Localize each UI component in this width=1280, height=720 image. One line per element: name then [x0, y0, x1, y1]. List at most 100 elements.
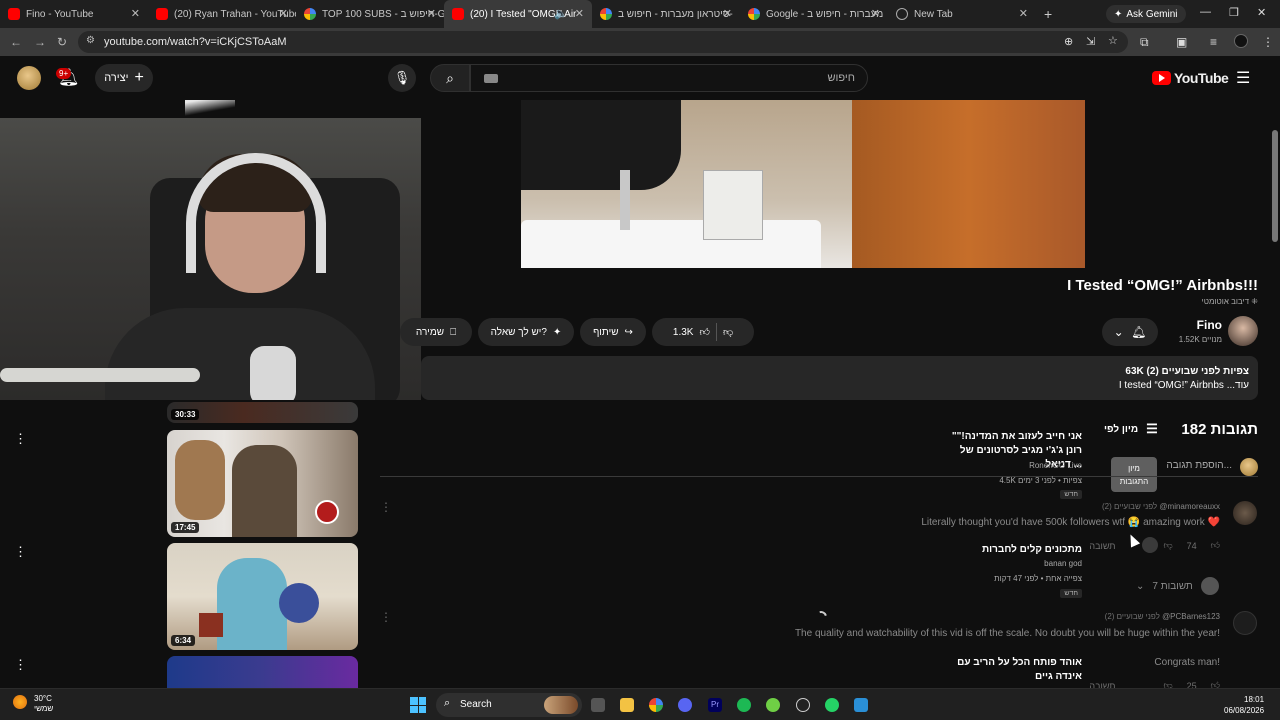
- save-button[interactable]: שמירה ⎕: [400, 318, 472, 346]
- install-icon[interactable]: ⇲: [1086, 35, 1095, 48]
- description-box[interactable]: 63K צפיות לפני שבועיים (2) I tested “OMG…: [421, 356, 1258, 400]
- channel-name[interactable]: Fino: [1197, 318, 1222, 332]
- browser-tab[interactable]: New Tab ✕: [888, 0, 1036, 28]
- subscribed-button[interactable]: ⌄ 🔔︎: [1102, 318, 1158, 346]
- keyboard-icon[interactable]: [484, 74, 498, 83]
- recommendation-menu-icon[interactable]: ⋮: [14, 544, 27, 560]
- chrome-icon[interactable]: [649, 698, 663, 712]
- add-comment-input[interactable]: הוספת תגובה...: [1166, 460, 1232, 471]
- extensions-icon[interactable]: ⧉: [1140, 35, 1149, 50]
- page-scrollbar-thumb[interactable]: [1272, 130, 1278, 242]
- hamburger-menu-icon[interactable]: ☰: [1236, 68, 1250, 88]
- search-button[interactable]: ⌕: [430, 64, 470, 92]
- share-button[interactable]: שיתוף ↪: [580, 318, 646, 346]
- sidepanel-icon[interactable]: ▣: [1176, 35, 1187, 49]
- video-player[interactable]: [421, 100, 1280, 268]
- recommendation-channel[interactable]: banan god: [1044, 559, 1082, 568]
- forward-icon[interactable]: →: [34, 35, 46, 49]
- browser-tab[interactable]: (20) Ryan Trahan - YouTube ✕: [148, 0, 296, 28]
- new-badge: חדש: [1060, 490, 1082, 499]
- new-badge: חדש: [1060, 589, 1082, 598]
- file-explorer-icon[interactable]: [620, 698, 634, 712]
- close-tab-icon[interactable]: ✕: [575, 7, 584, 20]
- comment-menu-icon[interactable]: ⋮: [380, 610, 392, 624]
- close-tab-icon[interactable]: ✕: [427, 7, 436, 20]
- close-window-icon[interactable]: ✕: [1257, 6, 1266, 19]
- task-view-icon[interactable]: [591, 698, 605, 712]
- chevron-down-icon: ⌄: [1113, 325, 1124, 339]
- show-replies-button[interactable]: ⌄ 7 תשובות: [1136, 577, 1219, 595]
- comment-dislike-icon[interactable]: 👎︎: [1163, 540, 1172, 551]
- discord-icon[interactable]: [678, 698, 692, 712]
- site-info-icon[interactable]: ⚙: [86, 35, 95, 46]
- back-icon[interactable]: ←: [10, 35, 22, 49]
- recommendation-thumbnail[interactable]: 30:33: [167, 402, 358, 423]
- chat-app-icon[interactable]: [766, 698, 780, 712]
- account-avatar[interactable]: [17, 66, 41, 90]
- close-tab-icon[interactable]: ✕: [131, 7, 140, 20]
- windows-start-icon[interactable]: [410, 697, 426, 713]
- address-bar[interactable]: ⚙ youtube.com/watch?v=iCKjCSToAaM ⊕ ⇲ ☆: [78, 31, 1128, 53]
- close-tab-icon[interactable]: ✕: [871, 7, 880, 20]
- comment-author-avatar[interactable]: [1233, 501, 1257, 525]
- comment-author[interactable]: @PCBarnes123: [1162, 612, 1220, 621]
- whatsapp-icon[interactable]: [825, 698, 839, 712]
- comment-author[interactable]: @minamoreauxx: [1159, 502, 1220, 511]
- profile-avatar[interactable]: [1234, 34, 1248, 48]
- browser-tab-active[interactable]: (20) I Tested "OMG!" Air 🔈 ✕: [444, 0, 592, 28]
- google-icon: [304, 8, 316, 20]
- spotify-icon[interactable]: [737, 698, 751, 712]
- taskbar-search[interactable]: ⌕ Search: [436, 693, 582, 717]
- thumbnail-figure: [175, 440, 225, 520]
- search-input[interactable]: חיפוש: [470, 64, 868, 92]
- ask-button[interactable]: יש לך שאלה? ✦: [478, 318, 574, 346]
- reply-avatar: [1200, 577, 1219, 595]
- ask-gemini-button[interactable]: ✦ Ask Gemini: [1106, 5, 1186, 23]
- recommendation-title[interactable]: אוהד פותח הכל על הריב עם אינדה גיים: [947, 656, 1082, 684]
- minimize-icon[interactable]: —: [1200, 6, 1211, 18]
- recommendation-title[interactable]: מתכונים קלים לחברות: [947, 543, 1082, 557]
- reply-button[interactable]: תשובה: [1089, 541, 1115, 551]
- media-icon[interactable]: ≡: [1210, 35, 1217, 49]
- premiere-pro-icon[interactable]: Pr: [708, 698, 722, 712]
- app-icon[interactable]: [854, 698, 868, 712]
- recommendation-menu-icon[interactable]: ⋮: [14, 431, 27, 447]
- new-tab-button[interactable]: +: [1044, 6, 1052, 22]
- like-button[interactable]: 1.3K 👍︎: [673, 326, 710, 339]
- recommendation-channel[interactable]: RonenGG Live: [1029, 461, 1082, 470]
- webcam-microphone: [250, 346, 296, 400]
- speaker-icon[interactable]: 🔈: [554, 7, 568, 20]
- close-tab-icon[interactable]: ✕: [279, 7, 288, 20]
- comment-like-icon[interactable]: 👍︎: [1211, 540, 1220, 551]
- browser-tab[interactable]: סיטראון מעברות - חיפוש ב- ✕: [592, 0, 740, 28]
- weather-widget[interactable]: 30°C שמשי: [34, 694, 53, 714]
- webcam-mic-arm: [0, 368, 200, 382]
- video-duration: 30:33: [171, 409, 200, 420]
- recommendation-thumbnail[interactable]: [167, 656, 358, 688]
- dislike-button[interactable]: 👎︎: [723, 326, 733, 338]
- close-tab-icon[interactable]: ✕: [1019, 7, 1028, 20]
- weather-sun-icon[interactable]: [13, 695, 27, 709]
- recommendation-menu-icon[interactable]: ⋮: [14, 657, 27, 673]
- bookmark-star-icon[interactable]: ☆: [1108, 34, 1118, 47]
- browser-tab[interactable]: TOP 100 SUBS - חיפוש ב-Go✕: [296, 0, 444, 28]
- close-tab-icon[interactable]: ✕: [723, 7, 732, 20]
- reload-icon[interactable]: ↻: [57, 35, 67, 49]
- youtube-logo[interactable]: YouTube: [1152, 70, 1229, 86]
- obs-icon[interactable]: [796, 698, 810, 712]
- taskbar-clock[interactable]: 18:01 06/08/2026: [1224, 694, 1264, 716]
- channel-avatar[interactable]: [1228, 316, 1258, 346]
- recommendation-thumbnail[interactable]: 6:34: [167, 543, 358, 650]
- voice-search-mic-icon[interactable]: 🎙︎: [388, 64, 416, 92]
- recommendation-thumbnail[interactable]: 17:45: [167, 430, 358, 537]
- sort-by-button[interactable]: מיון לפי ☰: [1104, 421, 1158, 437]
- restore-icon[interactable]: ❐: [1229, 6, 1239, 19]
- browser-tab[interactable]: Fino - YouTube ✕: [0, 0, 148, 28]
- zoom-icon[interactable]: ⊕: [1064, 35, 1073, 48]
- browser-tab[interactable]: Google - מעברות - חיפוש ב ✕: [740, 0, 888, 28]
- auto-dubbed-label: דיבוב אוטומטי ⁜: [1201, 297, 1258, 306]
- create-button[interactable]: יצירה +: [95, 64, 153, 92]
- comment-author-avatar[interactable]: [1233, 611, 1257, 635]
- more-vert-icon[interactable]: ⋮: [1262, 35, 1274, 49]
- comment-menu-icon[interactable]: ⋮: [380, 500, 392, 514]
